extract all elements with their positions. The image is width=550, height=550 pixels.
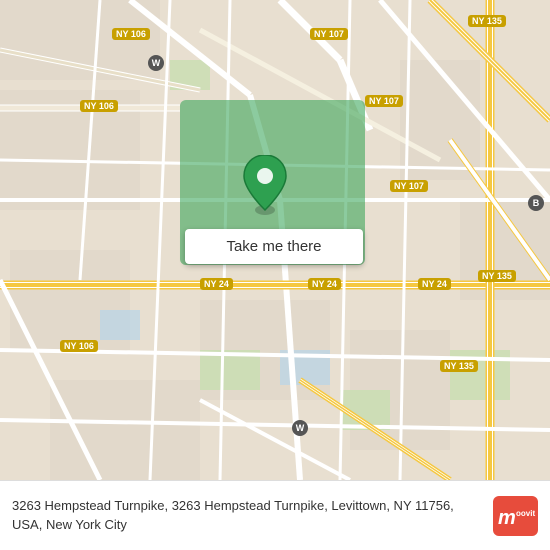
- road-badge-ny106_lower: NY 106: [60, 340, 98, 352]
- road-badge-w_top: W: [148, 55, 164, 71]
- take-me-there-button[interactable]: Take me there: [185, 229, 363, 264]
- map-container: Take me there NY 106 NY 107 NY 135 NY 106 NY…: [0, 0, 550, 480]
- svg-text:oovit: oovit: [516, 509, 535, 518]
- road-badge-ny24_left: NY 24: [200, 278, 233, 290]
- road-badge-ny106_mid_left: NY 106: [80, 100, 118, 112]
- road-badge-ny135_lower: NY 135: [440, 360, 478, 372]
- address-text: 3263 Hempstead Turnpike, 3263 Hempstead …: [12, 497, 483, 533]
- road-badge-ny107_top_center: NY 107: [310, 28, 348, 40]
- road-badge-ny135_mid: NY 135: [478, 270, 516, 282]
- map-pin: [240, 155, 290, 215]
- svg-text:m: m: [498, 507, 516, 529]
- road-badge-ny107_right: NY 107: [390, 180, 428, 192]
- info-panel: 3263 Hempstead Turnpike, 3263 Hempstead …: [0, 480, 550, 550]
- road-badge-b_right: B: [528, 195, 544, 211]
- road-badge-ny135_top_right: NY 135: [468, 15, 506, 27]
- road-badge-ny107_mid: NY 107: [365, 95, 403, 107]
- road-badge-ny24_right: NY 24: [418, 278, 451, 290]
- road-badge-w_bottom: W: [292, 420, 308, 436]
- road-badge-ny24_center: NY 24: [308, 278, 341, 290]
- moovit-logo: m oovit: [493, 496, 538, 536]
- road-badge-ny106_top_left: NY 106: [112, 28, 150, 40]
